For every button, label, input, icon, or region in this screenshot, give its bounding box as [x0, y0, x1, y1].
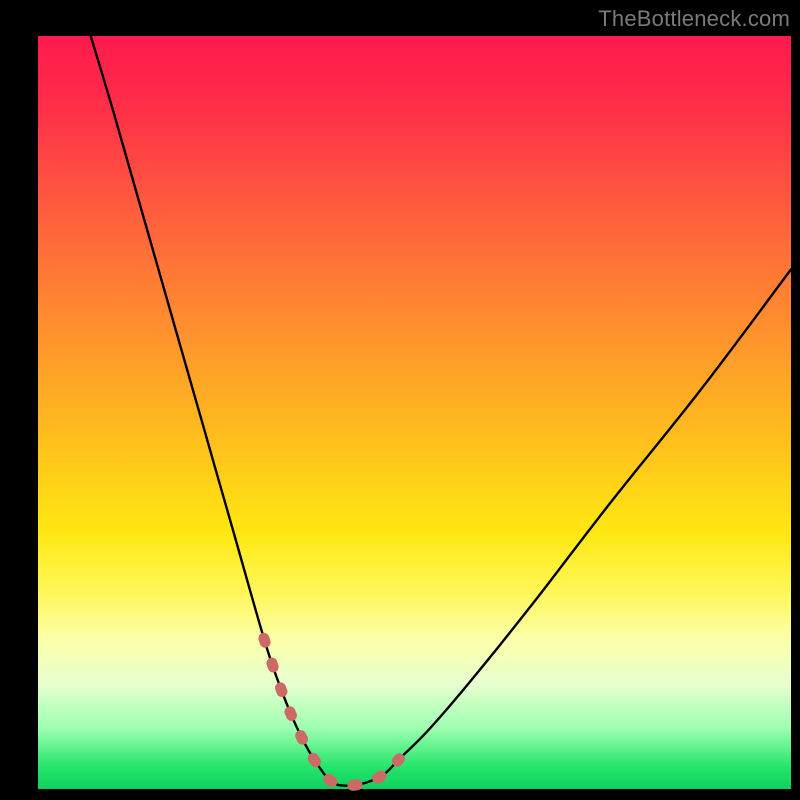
- valley-dash: [264, 638, 400, 785]
- chart-frame: TheBottleneck.com: [0, 0, 800, 800]
- watermark-text: TheBottleneck.com: [598, 6, 790, 32]
- curve-svg: [38, 36, 791, 789]
- plot-area: [38, 36, 791, 789]
- bottleneck-curve: [91, 36, 791, 786]
